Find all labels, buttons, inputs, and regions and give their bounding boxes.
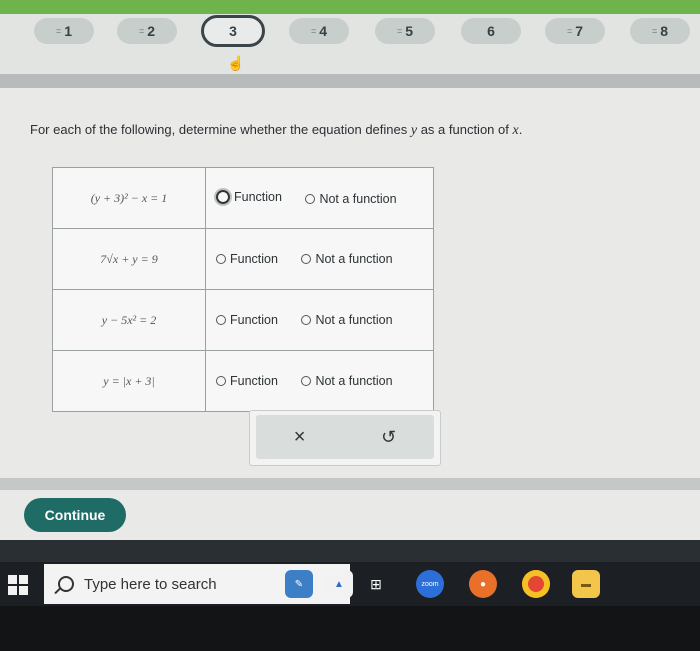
undo-button[interactable]: ↺ — [381, 427, 396, 448]
question-8-button[interactable]: = 8 — [630, 18, 690, 44]
question-6-button[interactable]: 6 — [461, 18, 521, 44]
radio-icon[interactable] — [301, 314, 312, 325]
question-5-button[interactable]: = 5 — [375, 18, 435, 44]
equation-cell: (y + 3)² − x = 1 — [52, 167, 206, 229]
zoom-app-icon[interactable]: zoom — [416, 570, 444, 598]
question-instructions: For each of the following, determine whe… — [30, 122, 523, 138]
answer-action-bar: × ↺ — [249, 410, 441, 466]
question-3-button[interactable]: 3 — [201, 15, 265, 47]
question-2-button[interactable]: = 2 — [117, 18, 177, 44]
chrome-icon[interactable] — [522, 570, 550, 598]
hand-cursor-icon: ☝ — [227, 55, 245, 71]
firefox-icon[interactable]: ● — [469, 570, 497, 598]
continue-button[interactable]: Continue — [24, 498, 126, 532]
header-divider — [0, 74, 700, 88]
function-table: (y + 3)² − x = 1 Function Not a function… — [52, 167, 434, 412]
radio-icon[interactable] — [216, 189, 230, 204]
action-buttons: × ↺ — [256, 415, 434, 459]
equation-cell: y = |x + 3| — [52, 350, 206, 412]
task-view-icon[interactable]: ⊞ — [362, 570, 390, 598]
screen-bezel-strip — [0, 540, 700, 562]
function-option[interactable]: Function — [216, 252, 278, 266]
screen-bezel-bottom — [0, 606, 700, 651]
radio-icon[interactable] — [301, 253, 312, 264]
search-icon — [58, 576, 74, 592]
equation-cell: y − 5x² = 2 — [52, 289, 206, 351]
table-row: y − 5x² = 2 Function Not a function — [52, 289, 434, 351]
options-cell: Function Not a function — [205, 289, 434, 351]
options-cell: Function Not a function — [205, 350, 434, 412]
radio-icon[interactable] — [216, 375, 226, 386]
whiteboard-app-icon[interactable]: ✎ — [285, 570, 313, 598]
radio-icon[interactable] — [216, 314, 226, 325]
function-option[interactable]: Function — [216, 374, 278, 388]
file-explorer-icon[interactable]: ▬ — [572, 570, 600, 598]
question-4-button[interactable]: = 4 — [289, 18, 349, 44]
function-option[interactable]: Function — [216, 313, 278, 327]
table-row: 7√x + y = 9 Function Not a function — [52, 228, 434, 290]
windows-start-icon[interactable] — [8, 575, 28, 595]
store-bag-icon[interactable]: ▲ — [325, 570, 353, 598]
footer-divider — [0, 478, 700, 490]
question-1-button[interactable]: = 1 — [34, 18, 94, 44]
radio-icon[interactable] — [305, 193, 316, 204]
not-function-option[interactable]: Not a function — [305, 192, 397, 206]
options-cell: Function Not a function — [205, 167, 434, 229]
equation-cell: 7√x + y = 9 — [52, 228, 206, 290]
not-function-option[interactable]: Not a function — [301, 374, 393, 388]
table-row: y = |x + 3| Function Not a function — [52, 350, 434, 412]
question-7-button[interactable]: = 7 — [545, 18, 605, 44]
function-option[interactable]: Function — [216, 189, 282, 204]
top-accent-strip — [0, 0, 700, 14]
not-function-option[interactable]: Not a function — [301, 313, 393, 327]
table-row: (y + 3)² − x = 1 Function Not a function — [52, 167, 434, 229]
clear-button[interactable]: × — [294, 426, 306, 449]
radio-icon[interactable] — [216, 253, 226, 264]
options-cell: Function Not a function — [205, 228, 434, 290]
not-function-option[interactable]: Not a function — [301, 252, 393, 266]
radio-icon[interactable] — [301, 375, 312, 386]
